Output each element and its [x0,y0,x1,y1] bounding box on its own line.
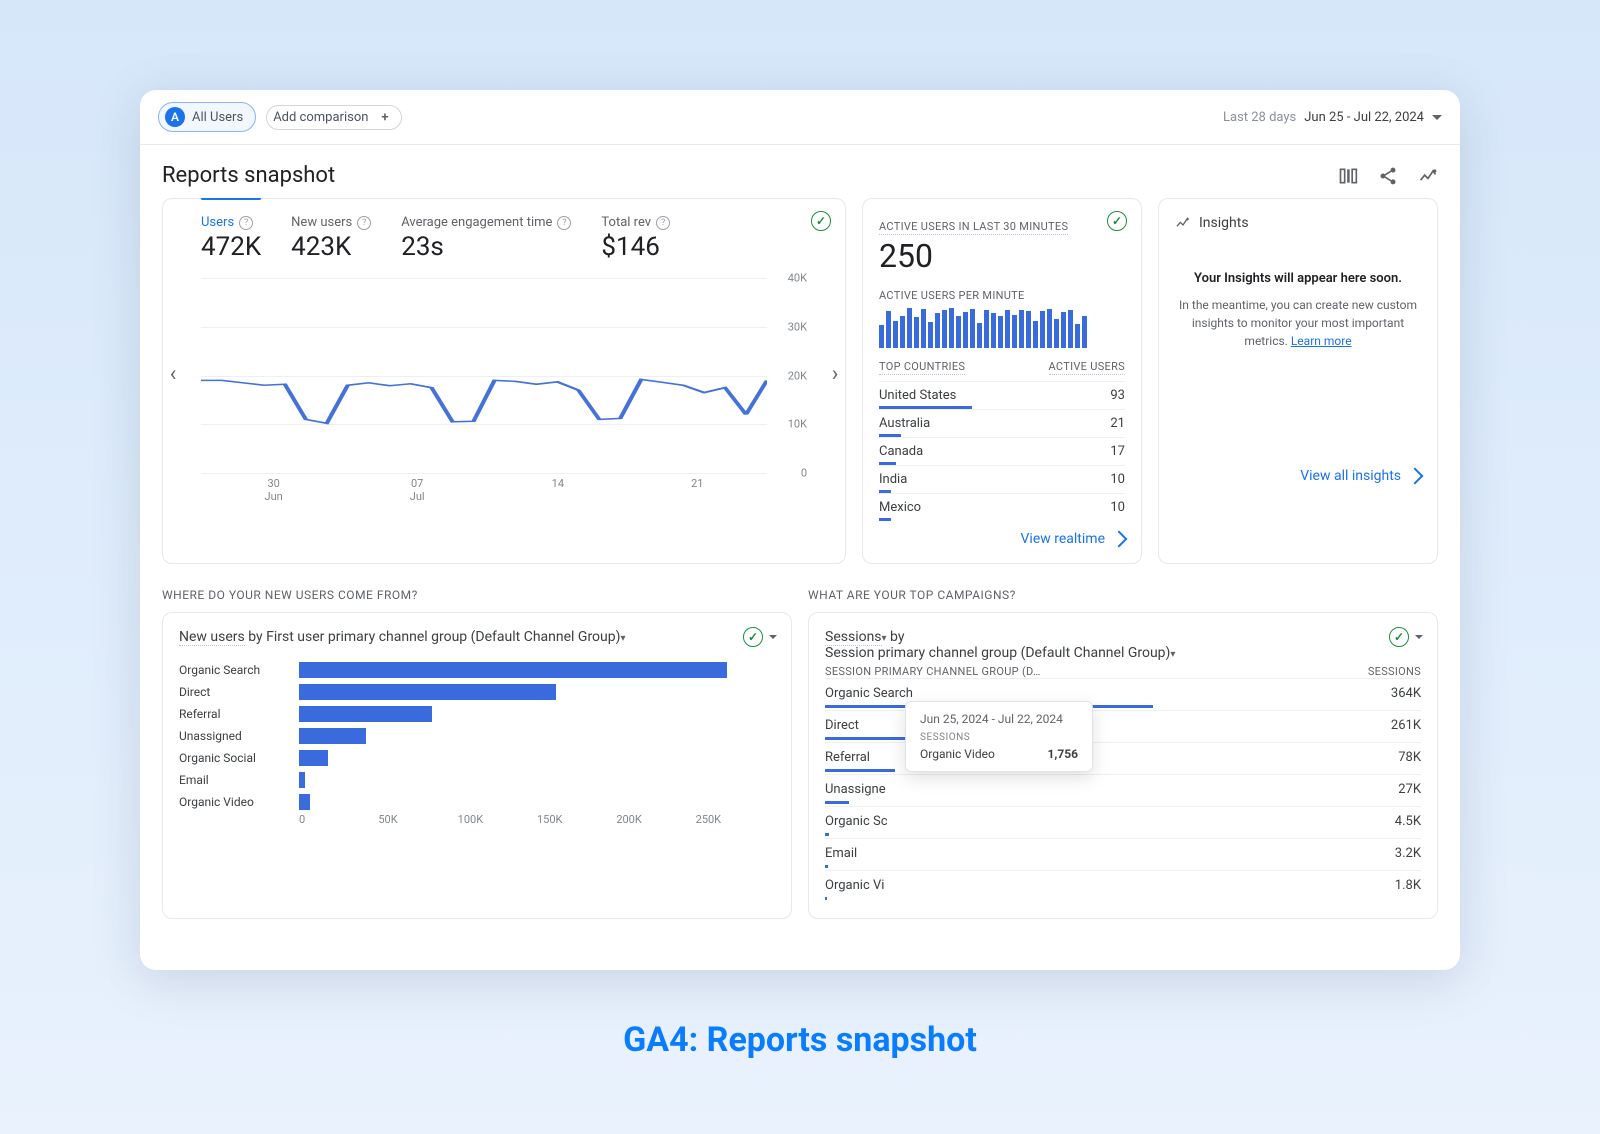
realtime-card: ✓ ACTIVE USERS IN LAST 30 MINUTES 250 AC… [862,198,1142,564]
session-row[interactable]: Email3.2K [825,838,1421,870]
col-channel-group: SESSION PRIMARY CHANNEL GROUP (D… [825,665,1041,678]
country-row[interactable]: Mexico10 [879,493,1125,521]
country-row[interactable]: Canada17 [879,437,1125,465]
insights-body: In the meantime, you can create new cust… [1175,296,1421,350]
channel-bar-row: Unassigned [179,725,775,747]
country-row[interactable]: United States93 [879,381,1125,409]
help-icon[interactable]: ? [239,216,253,230]
realtime-value: 250 [879,237,1125,275]
channels-card-title[interactable]: New users by First user primary channel … [179,629,775,645]
card-menu-icon[interactable] [769,635,777,639]
users-line-chart: 40K30K20K10K0 [201,278,807,473]
channel-bar-row: Organic Search [179,659,775,681]
channel-bar-row: Email [179,769,775,791]
col-active: ACTIVE USERS [1049,360,1126,375]
session-row[interactable]: Unassigne27K [825,774,1421,806]
arrow-right-icon [1407,468,1424,485]
report-toolbar [1338,166,1438,186]
help-icon[interactable]: ? [656,216,670,230]
channel-bar-row: Organic Video [179,791,775,813]
metric-tabs: Users?472K New users?423K Average engageme… [179,215,829,272]
country-row[interactable]: Australia21 [879,409,1125,437]
chart-tooltip: Jun 25, 2024 - Jul 22, 2024 SESSIONS Org… [905,701,1093,772]
analytics-window: A All Users Add comparison + Last 28 day… [140,90,1460,970]
session-row[interactable]: Organic Sc4.5K [825,806,1421,838]
carousel-prev[interactable]: ‹ [161,361,185,386]
share-icon[interactable] [1378,166,1398,186]
audience-chip[interactable]: A All Users [158,102,256,132]
arrow-right-icon [1111,531,1128,548]
col-sessions: SESSIONS [1368,665,1421,678]
learn-more-link[interactable]: Learn more [1291,334,1352,348]
insights-icon[interactable] [1418,166,1438,186]
overview-card: ✓ ‹ › Users?472K New users?423K Average en… [162,198,846,564]
add-comparison-button[interactable]: Add comparison + [266,105,401,130]
view-all-insights-link[interactable]: View all insights [1175,468,1421,484]
check-icon: ✓ [1389,627,1409,647]
session-row[interactable]: Organic Vi1.8K [825,870,1421,902]
content-area: ✓ ‹ › Users?472K New users?423K Average en… [140,198,1460,970]
carousel-next[interactable]: › [823,361,847,386]
channels-card: ✓ New users by First user primary channe… [162,612,792,919]
add-comparison-label: Add comparison [273,110,368,125]
channels-bar-chart: Organic SearchDirectReferralUnassignedOr… [179,659,775,813]
sparkle-icon [1175,215,1191,231]
date-range-picker[interactable]: Last 28 days Jun 25 - Jul 22, 2024 [1223,110,1442,125]
check-icon: ✓ [743,627,763,647]
x-axis-ticks: 30Jun07Jul1421 [201,477,767,503]
country-row[interactable]: India10 [879,465,1125,493]
plus-icon: + [381,110,388,125]
channel-bar-row: Referral [179,703,775,725]
channel-bar-row: Organic Social [179,747,775,769]
campaigns-card-title[interactable]: Sessions▾ by Session primary channel gro… [825,629,1421,661]
insights-headline: Your Insights will appear here soon. [1175,271,1421,286]
insights-card: Insights Your Insights will appear here … [1158,198,1438,564]
title-row: Reports snapshot [140,145,1460,198]
metric-tab[interactable]: New users?423K [291,215,371,262]
channels-x-axis: 050K100K150K200K250K [299,813,775,826]
check-icon: ✓ [811,211,831,231]
figure-caption: GA4: Reports snapshot [623,1020,977,1060]
help-icon[interactable]: ? [357,216,371,230]
help-icon[interactable]: ? [557,216,571,230]
card-menu-icon[interactable] [1415,635,1423,639]
section-label-channels: WHERE DO YOUR NEW USERS COME FROM? [162,588,792,602]
col-country: TOP COUNTRIES [879,360,965,375]
check-icon: ✓ [1107,211,1127,231]
metric-tab[interactable]: Users?472K [201,215,261,262]
filter-bar: A All Users Add comparison + Last 28 day… [140,90,1460,145]
realtime-sparkline [879,308,1125,348]
metric-tab[interactable]: Average engagement time?23s [401,215,571,262]
channel-bar-row: Direct [179,681,775,703]
audience-badge: A [165,107,185,127]
date-range-label: Last 28 days [1223,110,1296,125]
customize-icon[interactable] [1338,166,1358,186]
realtime-title: ACTIVE USERS IN LAST 30 MINUTES [879,220,1068,235]
country-table: United States93Australia21Canada17India1… [879,381,1125,521]
realtime-subtitle: ACTIVE USERS PER MINUTE [879,289,1125,302]
chevron-down-icon [1432,115,1442,120]
audience-label: All Users [192,110,243,125]
section-label-campaigns: WHAT ARE YOUR TOP CAMPAIGNS? [808,588,1438,602]
campaigns-card: ✓ Sessions▾ by Session primary channel g… [808,612,1438,919]
metric-tab[interactable]: Total rev?$146 [601,215,670,262]
view-realtime-link[interactable]: View realtime [879,531,1125,547]
insights-title: Insights [1199,215,1249,231]
page-title: Reports snapshot [162,163,335,188]
date-range-value: Jun 25 - Jul 22, 2024 [1304,110,1424,125]
